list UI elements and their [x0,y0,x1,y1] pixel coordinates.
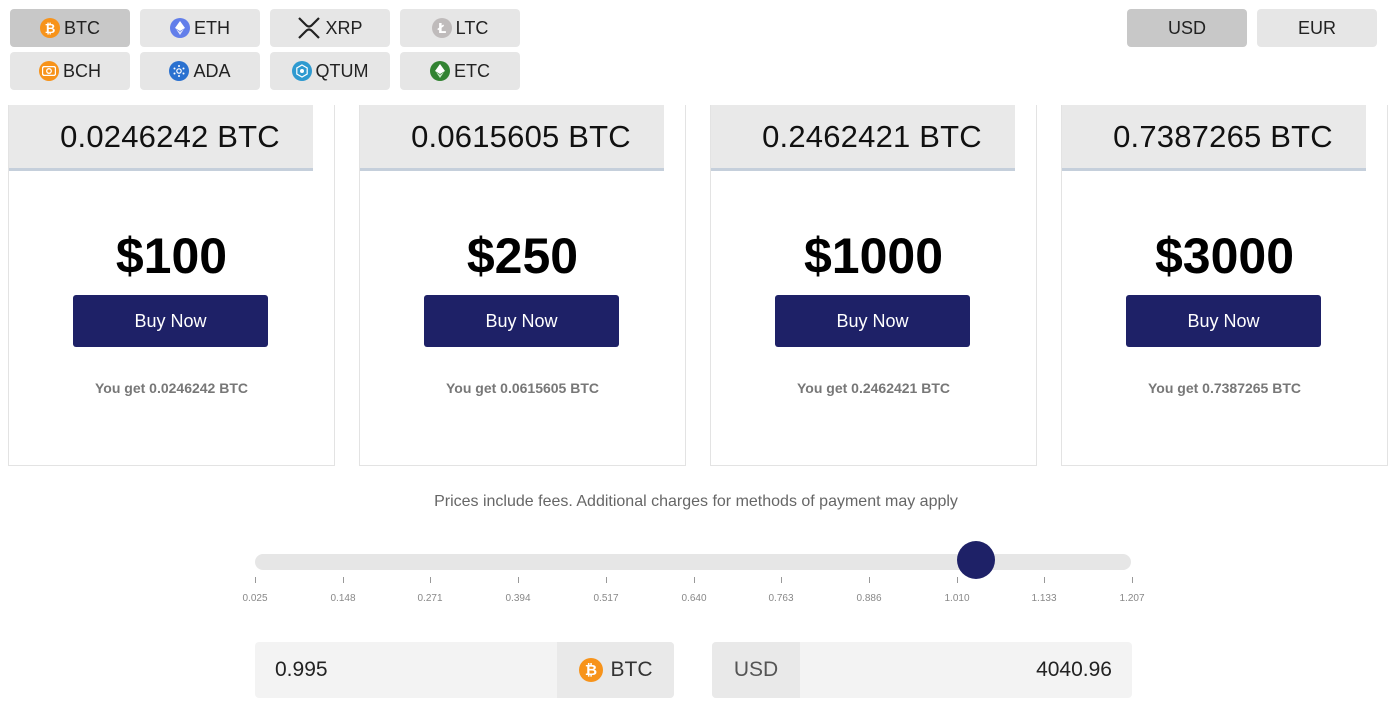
amount-slider-track[interactable] [255,554,1131,570]
currency-selector: USD EUR [1127,9,1377,47]
cardano-icon [169,61,190,81]
coin-label: BCH [62,60,101,81]
slider-tick [518,577,519,583]
coin-button-ada[interactable]: ADA [140,52,260,90]
coin-label: ADA [193,60,231,81]
fiat-price: $3000 [1154,228,1295,284]
ethereum-classic-icon [430,61,450,81]
slider-tick-label: 1.133 [1031,593,1057,604]
svg-text:₿: ₿ [45,22,56,35]
coin-button-bch[interactable]: BCH [10,52,130,90]
slider-tick [869,577,870,583]
crypto-unit-label: ₿ BTC [557,642,674,698]
you-get-text: You get 0.7387265 BTC [1147,380,1302,396]
fiat-amount-input[interactable] [800,642,1132,698]
fiat-price: $250 [466,228,579,284]
qtum-icon [291,61,312,81]
currency-button-eur[interactable]: EUR [1257,9,1377,47]
slider-tick-label: 0.271 [417,593,443,604]
coin-label: BTC [64,17,100,38]
svg-text:₿: ₿ [584,662,596,678]
coin-button-btc[interactable]: ₿ BTC [10,9,130,47]
coin-button-xrp[interactable]: XRP [270,9,390,47]
ethereum-icon [170,18,190,38]
coin-button-etc[interactable]: ETC [400,52,520,90]
coin-button-ltc[interactable]: Ł LTC [400,9,520,47]
slider-tick-label: 0.886 [856,593,882,604]
slider-tick [606,577,607,583]
coin-label: XRP [325,17,363,38]
slider-tick [343,577,344,583]
ripple-icon [297,16,321,40]
slider-tick-label: 0.025 [242,593,268,604]
svg-text:Ł: Ł [436,22,445,35]
coin-label: ETC [454,60,490,81]
currency-button-usd[interactable]: USD [1127,9,1247,47]
slider-tick-label: 0.640 [681,593,707,604]
amount-slider-thumb[interactable] [957,541,995,579]
price-card: 0.7387265 BTC $3000 Buy Now You get 0.73… [1061,105,1388,466]
buy-now-button[interactable]: Buy Now [775,295,970,347]
coin-button-qtum[interactable]: QTUM [270,52,390,90]
coin-label: LTC [455,17,489,38]
crypto-amount-input[interactable] [255,642,555,698]
bitcoin-icon: ₿ [578,658,603,682]
crypto-amount: 0.0615605 BTC [360,105,664,171]
buy-now-button[interactable]: Buy Now [424,295,619,347]
slider-tick-label: 0.148 [330,593,356,604]
fiat-price: $100 [115,228,228,284]
price-cards: 0.0246242 BTC $100 Buy Now You get 0.024… [8,105,1388,466]
coin-button-eth[interactable]: ETH [140,9,260,47]
crypto-unit-text: BTC [610,658,653,681]
slider-tick [255,577,256,583]
you-get-text: You get 0.0246242 BTC [94,380,249,396]
slider-tick-label: 1.207 [1119,593,1145,604]
slider-tick [957,577,958,583]
crypto-amount: 0.7387265 BTC [1062,105,1366,171]
buy-now-button[interactable]: Buy Now [1126,295,1321,347]
slider-tick [1132,577,1133,583]
litecoin-icon: Ł [431,18,452,38]
slider-tick [430,577,431,583]
crypto-amount-field: ₿ BTC [255,642,674,698]
you-get-text: You get 0.2462421 BTC [796,380,951,396]
crypto-amount: 0.0246242 BTC [9,105,313,171]
slider-tick [1044,577,1045,583]
slider-tick [781,577,782,583]
slider-tick-label: 0.763 [768,593,794,604]
fees-note: Prices include fees. Additional charges … [434,493,958,510]
coin-selector: ₿ BTC ETH XRP Ł LTC BCH ADA QTUM ETC [10,9,520,90]
slider-tick [694,577,695,583]
fiat-unit-label: USD [712,642,800,698]
price-card: 0.2462421 BTC $1000 Buy Now You get 0.24… [710,105,1037,466]
crypto-amount: 0.2462421 BTC [711,105,1015,171]
slider-tick-label: 0.517 [593,593,619,604]
fiat-price: $1000 [803,228,944,284]
bitcoin-icon: ₿ [40,18,60,38]
bitcoin-cash-icon [38,61,59,81]
coin-label: ETH [194,17,230,38]
slider-tick-label: 1.010 [944,593,970,604]
price-card: 0.0246242 BTC $100 Buy Now You get 0.024… [8,105,335,466]
coin-label: QTUM [315,60,369,81]
fiat-amount-field: USD [712,642,1132,698]
price-card: 0.0615605 BTC $250 Buy Now You get 0.061… [359,105,686,466]
slider-tick-label: 0.394 [505,593,531,604]
buy-now-button[interactable]: Buy Now [73,295,268,347]
you-get-text: You get 0.0615605 BTC [445,380,600,396]
